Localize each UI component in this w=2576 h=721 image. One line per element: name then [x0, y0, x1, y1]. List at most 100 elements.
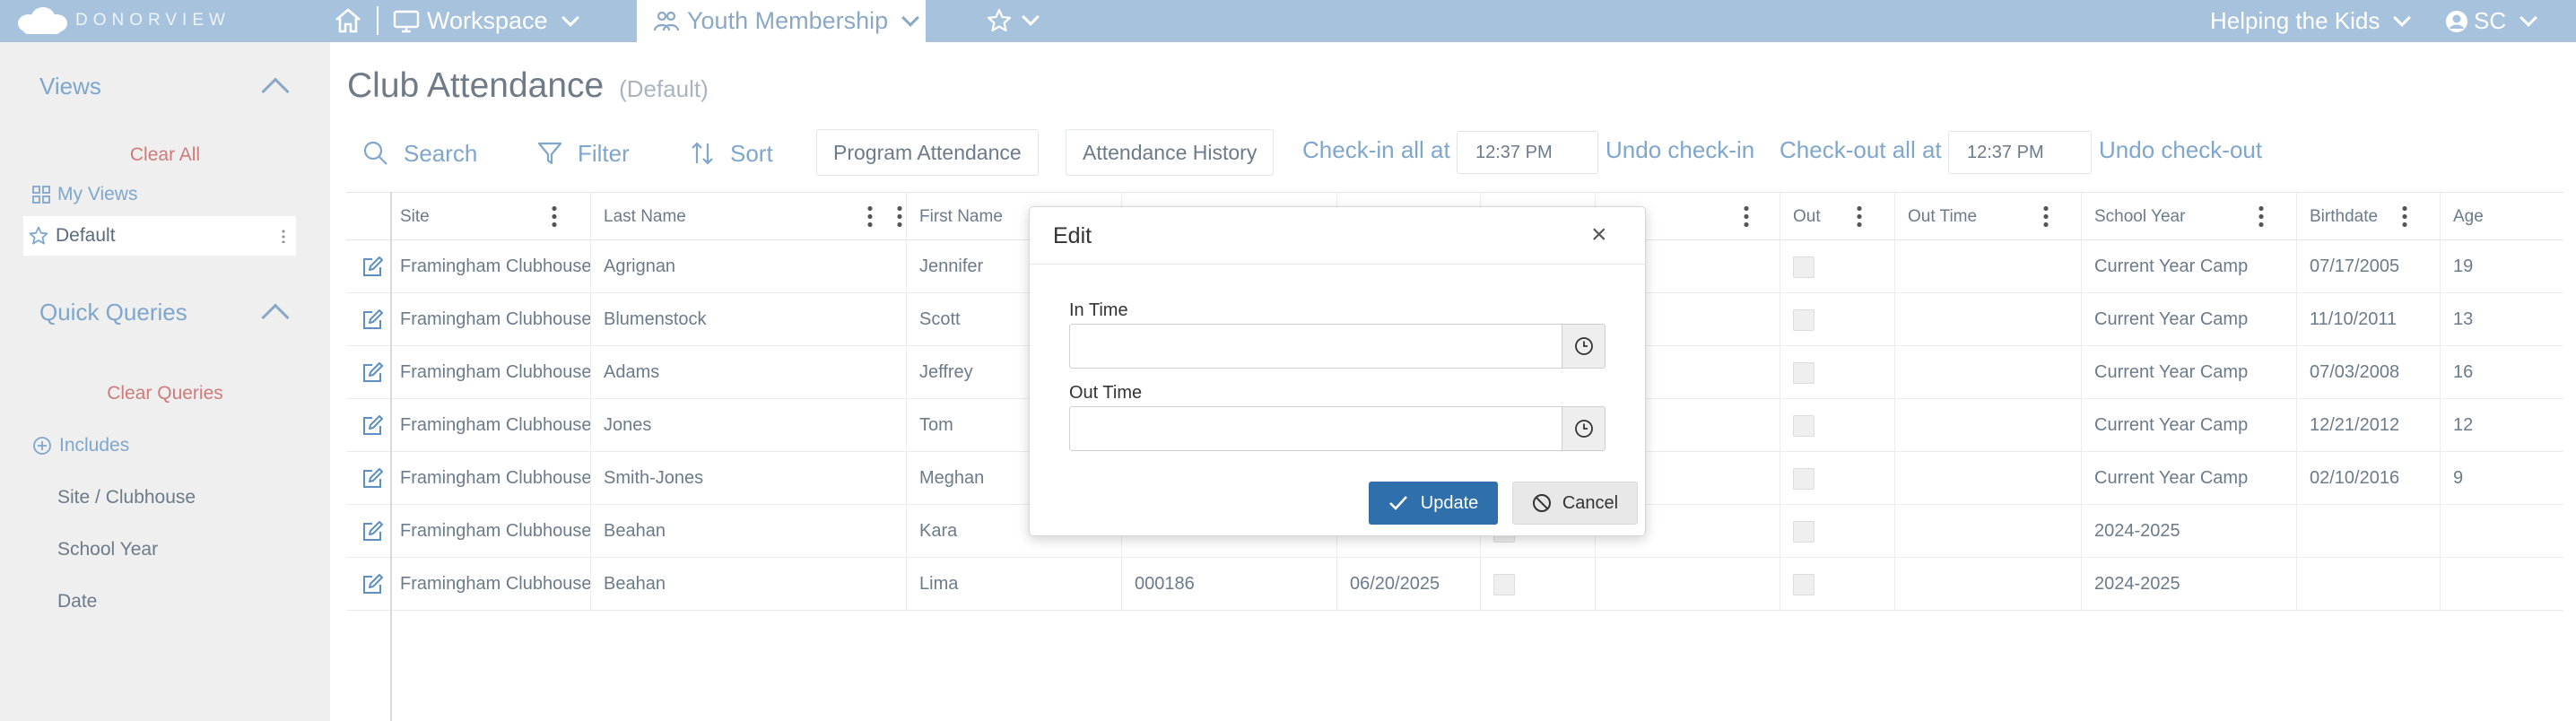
checkin-all-link[interactable]: Check-in all at [1302, 136, 1450, 164]
default-view-item[interactable]: Default [23, 216, 296, 256]
user-menu[interactable]: SC [2445, 0, 2538, 42]
column-header-out[interactable]: Out [1780, 193, 1894, 241]
cell-school-year: Current Year Camp [2081, 452, 2296, 505]
logo-icon [18, 7, 67, 34]
cell-id: 000186 [1121, 558, 1336, 611]
in-time-picker-button[interactable] [1562, 324, 1606, 369]
page-title-text: Club Attendance [347, 66, 605, 105]
edit-icon[interactable] [361, 520, 384, 543]
checkin-time-input[interactable]: 12:37 PM [1457, 131, 1598, 174]
in-time-label: In Time [1069, 300, 1128, 320]
out-time-input[interactable] [1069, 406, 1562, 451]
out-checkbox[interactable] [1793, 362, 1815, 384]
organization-menu[interactable]: Helping the Kids [2210, 0, 2412, 42]
column-menu-icon[interactable] [1744, 204, 1749, 228]
update-label: Update [1420, 492, 1479, 513]
cell-out [1780, 346, 1894, 399]
cell-time [1595, 558, 1780, 611]
youth-membership-menu[interactable]: Youth Membership [637, 0, 926, 42]
cell-last: Jones [590, 399, 906, 452]
chevron-down-icon [901, 8, 920, 27]
cell-school-year: Current Year Camp [2081, 399, 2296, 452]
query-site-clubhouse[interactable]: Site / Clubhouse [57, 487, 196, 508]
edit-icon[interactable] [361, 256, 384, 279]
search-button[interactable]: Search [362, 136, 477, 170]
column-header-out-time[interactable]: Out Time [1894, 193, 2081, 241]
cell-time [1894, 558, 2081, 611]
favorites-menu[interactable] [987, 5, 1040, 36]
column-menu-icon[interactable] [552, 204, 557, 228]
views-heading[interactable]: Views [39, 73, 101, 100]
undo-checkout-link[interactable]: Undo check-out [2099, 136, 2262, 164]
edit-icon[interactable] [361, 467, 384, 491]
column-header-birthdate[interactable]: Birthdate [2296, 193, 2440, 241]
chevron-down-icon [2519, 8, 2538, 27]
column-menu-icon[interactable] [1857, 204, 1862, 228]
clear-queries-link[interactable]: Clear Queries [0, 383, 330, 404]
program-attendance-button[interactable]: Program Attendance [816, 129, 1039, 176]
in-checkbox[interactable] [1493, 574, 1515, 595]
search-label: Search [404, 139, 478, 167]
workspace-menu[interactable]: Workspace [393, 0, 579, 42]
cell-birthdate: 11/10/2011 [2296, 293, 2440, 346]
table-row[interactable]: Framingham Clubhouse Beahan Lima 000186 06/2… [346, 558, 2563, 611]
cell-time [1894, 293, 2081, 346]
my-views-link[interactable]: My Views [32, 184, 137, 205]
cell-age: 16 [2440, 346, 2563, 399]
includes-link[interactable]: Includes [32, 435, 129, 456]
edit-icon[interactable] [361, 573, 384, 596]
out-checkbox[interactable] [1793, 415, 1815, 437]
collapse-views-icon[interactable] [261, 77, 290, 106]
column-header-age[interactable]: Age [2440, 193, 2563, 241]
people-icon [653, 11, 680, 30]
sort-button[interactable]: Sort [689, 136, 773, 170]
out-checkbox[interactable] [1793, 256, 1815, 278]
cell-time [1894, 505, 2081, 558]
edit-icon[interactable] [361, 361, 384, 385]
out-checkbox[interactable] [1793, 468, 1815, 490]
column-header-last-name[interactable]: Last Name [590, 193, 906, 241]
logo[interactable]: DONORVIEW [16, 5, 231, 36]
in-time-input[interactable] [1069, 324, 1562, 369]
column-header-label: Last Name [604, 207, 686, 226]
column-menu-icon[interactable] [2258, 204, 2264, 228]
column-menu-icon[interactable] [867, 204, 873, 228]
more-options-icon[interactable] [282, 229, 285, 243]
out-time-label: Out Time [1069, 383, 1143, 403]
sort-icon [692, 142, 713, 165]
out-checkbox[interactable] [1793, 309, 1815, 331]
filter-button[interactable]: Filter [536, 136, 630, 170]
undo-checkin-link[interactable]: Undo check-in [1606, 136, 1754, 164]
column-menu-icon[interactable] [2043, 204, 2049, 228]
checkout-time-input[interactable]: 12:37 PM [1948, 131, 2092, 174]
workspace-label: Workspace [427, 7, 548, 34]
query-school-year[interactable]: School Year [57, 539, 158, 560]
out-checkbox[interactable] [1793, 521, 1815, 543]
grid-icon [32, 186, 50, 204]
collapse-quick-queries-icon[interactable] [261, 303, 290, 332]
cell-school-year: 2024-2025 [2081, 558, 2296, 611]
quick-queries-heading[interactable]: Quick Queries [39, 299, 187, 326]
cancel-label: Cancel [1562, 492, 1619, 513]
clear-all-link[interactable]: Clear All [0, 144, 330, 166]
edit-icon[interactable] [361, 308, 384, 332]
update-button[interactable]: Update [1369, 482, 1498, 525]
cell-time [1894, 346, 2081, 399]
query-date[interactable]: Date [57, 591, 97, 612]
column-menu-icon[interactable] [2402, 204, 2407, 228]
cell-age [2440, 558, 2563, 611]
cell-age: 9 [2440, 452, 2563, 505]
cell-school-year: Current Year Camp [2081, 240, 2296, 293]
home-icon[interactable] [334, 7, 362, 34]
cell-age [2440, 505, 2563, 558]
attendance-history-button[interactable]: Attendance History [1066, 129, 1275, 176]
out-time-picker-button[interactable] [1562, 406, 1606, 451]
edit-icon[interactable] [361, 414, 384, 438]
out-checkbox[interactable] [1793, 574, 1815, 595]
close-icon[interactable]: × [1591, 222, 1607, 248]
column-header-label: School Year [2094, 207, 2186, 226]
column-header-site[interactable]: Site [387, 193, 902, 241]
column-header-school-year[interactable]: School Year [2081, 193, 2296, 241]
checkout-all-link[interactable]: Check-out all at [1780, 136, 1942, 164]
cancel-button[interactable]: Cancel [1512, 482, 1638, 525]
